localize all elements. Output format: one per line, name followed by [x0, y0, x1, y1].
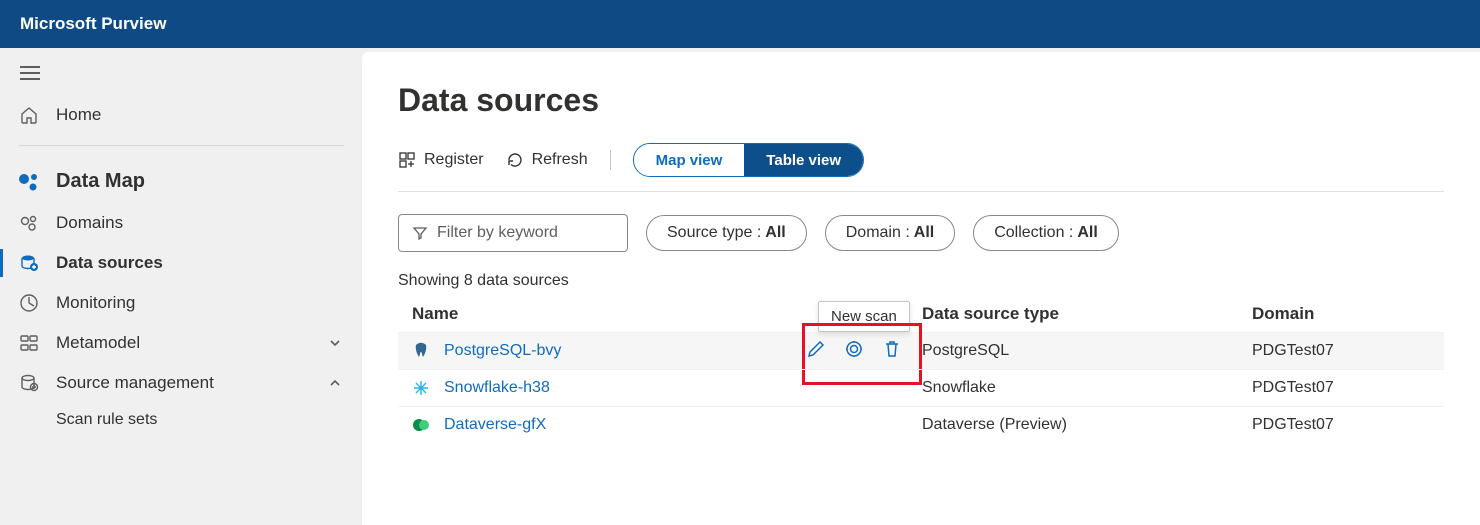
nav-monitoring-label: Monitoring — [56, 293, 135, 313]
map-view-toggle[interactable]: Map view — [634, 144, 745, 176]
row-domain: PDGTest07 — [1252, 342, 1480, 360]
source-management-icon — [18, 373, 40, 393]
nav-metamodel-label: Metamodel — [56, 333, 140, 353]
section-data-map-label: Data Map — [56, 170, 145, 193]
nav-source-management-label: Source management — [56, 373, 214, 393]
new-scan-tooltip: New scan — [818, 301, 910, 332]
nav-data-sources[interactable]: Data sources — [0, 243, 362, 283]
nav-home-label: Home — [56, 105, 101, 125]
nav-domains[interactable]: Domains — [0, 203, 362, 243]
section-data-map[interactable]: Data Map — [0, 152, 362, 203]
toolbar-separator — [610, 150, 611, 170]
nav-home[interactable]: Home — [0, 95, 362, 135]
view-toggle: Map view Table view — [633, 143, 864, 177]
filter-keyword-placeholder: Filter by keyword — [437, 224, 558, 242]
snowflake-icon — [412, 379, 430, 397]
table-row[interactable]: PostgreSQL-bvy PostgreSQL PDGTest07 New … — [398, 332, 1444, 369]
row-type: Snowflake — [922, 379, 1252, 397]
refresh-button[interactable]: Refresh — [506, 151, 588, 169]
register-label: Register — [424, 151, 484, 169]
filter-keyword-input[interactable]: Filter by keyword — [398, 214, 628, 252]
main-content: Data sources Register Refresh Map view T… — [362, 52, 1480, 525]
row-type: PostgreSQL — [922, 342, 1252, 360]
new-scan-icon[interactable] — [844, 339, 864, 359]
chevron-down-icon — [328, 336, 342, 350]
data-sources-table: Name Data source type Domain PostgreSQL-… — [398, 296, 1444, 443]
row-name-link[interactable]: Dataverse-gfX — [444, 416, 546, 434]
product-name: Microsoft Purview — [20, 14, 166, 34]
nav-data-sources-label: Data sources — [56, 253, 163, 273]
sidebar: Home Data Map Domains Data sources — [0, 48, 362, 525]
nav-scan-rule-sets[interactable]: Scan rule sets — [0, 403, 362, 437]
nav-source-management[interactable]: Source management — [0, 363, 362, 403]
table-header: Name Data source type Domain — [398, 296, 1444, 332]
refresh-icon — [506, 151, 524, 169]
chevron-up-icon — [328, 376, 342, 390]
filter-domain[interactable]: Domain : All — [825, 215, 955, 251]
register-icon — [398, 151, 416, 169]
filter-row: Filter by keyword Source type : All Doma… — [398, 214, 1444, 252]
row-name-link[interactable]: PostgreSQL-bvy — [444, 342, 561, 360]
monitoring-icon — [18, 293, 40, 313]
postgres-icon — [412, 342, 430, 360]
hamburger-icon[interactable] — [20, 66, 40, 80]
filter-icon — [413, 226, 427, 240]
nav-domains-label: Domains — [56, 213, 123, 233]
row-name-link[interactable]: Snowflake-h38 — [444, 379, 550, 397]
row-type: Dataverse (Preview) — [922, 416, 1252, 434]
filter-collection[interactable]: Collection : All — [973, 215, 1119, 251]
register-button[interactable]: Register — [398, 151, 484, 169]
table-row[interactable]: Snowflake-h38 Snowflake PDGTest07 — [398, 369, 1444, 406]
table-row[interactable]: Dataverse-gfX Dataverse (Preview) PDGTes… — [398, 406, 1444, 443]
filter-source-type[interactable]: Source type : All — [646, 215, 807, 251]
data-sources-icon — [18, 253, 40, 273]
metamodel-icon — [18, 333, 40, 353]
refresh-label: Refresh — [532, 151, 588, 169]
nav-metamodel[interactable]: Metamodel — [0, 323, 362, 363]
result-count: Showing 8 data sources — [398, 272, 1444, 290]
col-domain[interactable]: Domain — [1252, 304, 1480, 324]
row-actions — [806, 339, 902, 359]
edit-icon[interactable] — [806, 339, 826, 359]
table-view-toggle[interactable]: Table view — [744, 144, 863, 176]
col-type[interactable]: Data source type — [922, 304, 1252, 324]
home-icon — [18, 105, 40, 125]
row-domain: PDGTest07 — [1252, 379, 1480, 397]
row-domain: PDGTest07 — [1252, 416, 1480, 434]
nav-scan-rule-sets-label: Scan rule sets — [56, 411, 157, 428]
sidebar-divider — [18, 145, 344, 146]
nav-monitoring[interactable]: Monitoring — [0, 283, 362, 323]
dataverse-icon — [412, 416, 430, 434]
domains-icon — [18, 213, 40, 233]
data-map-icon — [18, 171, 40, 193]
toolbar: Register Refresh Map view Table view — [398, 143, 1444, 192]
page-title: Data sources — [398, 82, 1444, 119]
app-header: Microsoft Purview — [0, 0, 1480, 48]
delete-icon[interactable] — [882, 339, 902, 359]
